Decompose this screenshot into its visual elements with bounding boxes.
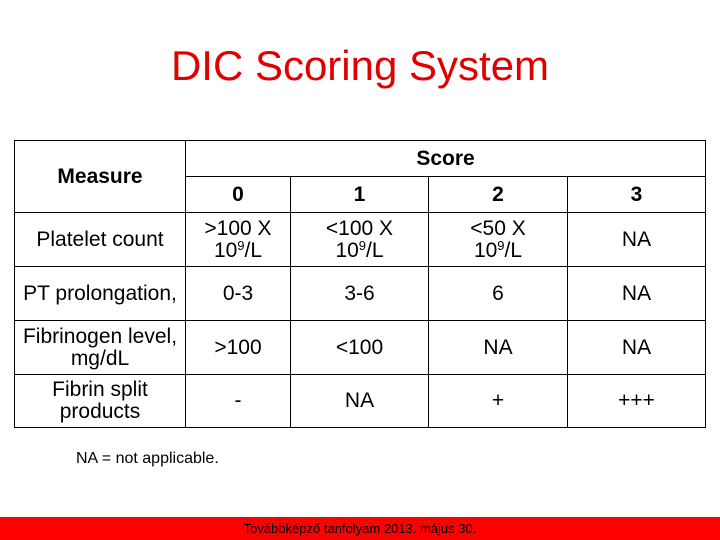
- score-cell: <100: [290, 320, 429, 375]
- cell-unit: /L: [366, 238, 384, 262]
- measure-cell: Fibrinogen level, mg/dL: [14, 320, 186, 375]
- score-cell: NA: [567, 212, 706, 267]
- score-cell: +: [428, 374, 568, 428]
- cell-value: <100 X: [325, 216, 394, 240]
- footnote: NA = not applicable.: [76, 450, 219, 467]
- score-cell: 6: [428, 266, 568, 321]
- table-row-fibrin-split: Fibrin split products - NA + +++: [14, 374, 706, 428]
- score-cell: <100 X 109/L: [290, 212, 429, 267]
- score-cell: NA: [290, 374, 429, 428]
- score-cell: 0-3: [185, 266, 291, 321]
- cell-unit: /L: [504, 238, 523, 262]
- score-cell: NA: [567, 266, 706, 321]
- cell-value: >100 X: [204, 216, 272, 240]
- measure-cell: PT prolongation,: [14, 266, 186, 321]
- score-cell: +++: [567, 374, 706, 428]
- score-cell: >100 X 109/L: [185, 212, 291, 267]
- cell-base: 10: [213, 238, 238, 262]
- cell-base: 10: [473, 238, 498, 262]
- score-column-0: 0: [185, 176, 291, 213]
- cell-exponent: 9: [497, 237, 505, 253]
- measure-cell: Fibrin split products: [14, 374, 186, 428]
- dic-score-table: Measure Score 0 1 2 3 Platelet count >10…: [14, 140, 706, 428]
- table-row-pt: PT prolongation, 0-3 3-6 6 NA: [14, 266, 706, 321]
- score-column-3: 3: [567, 176, 706, 213]
- table-row-platelet: Platelet count >100 X 109/L <100 X 109/L <…: [14, 212, 706, 267]
- score-cell: <50 X 109/L: [428, 212, 568, 267]
- score-cell: 3-6: [290, 266, 429, 321]
- table-row-fibrinogen: Fibrinogen level, mg/dL >100 <100 NA NA: [14, 320, 706, 375]
- cell-exponent: 9: [358, 237, 367, 253]
- measure-header: Measure: [14, 140, 186, 213]
- score-column-1: 1: [290, 176, 429, 213]
- cell-exponent: 9: [237, 237, 245, 253]
- score-cell: NA: [428, 320, 568, 375]
- footer-bar: Továbbképző tanfolyam 2013. május 30.: [0, 517, 720, 540]
- score-header: Score: [185, 140, 706, 177]
- cell-base: 10: [335, 238, 359, 262]
- score-cell: -: [185, 374, 291, 428]
- score-column-2: 2: [428, 176, 568, 213]
- measure-cell: Platelet count: [14, 212, 186, 267]
- score-cell: NA: [567, 320, 706, 375]
- slide-title: DIC Scoring System: [170, 42, 550, 89]
- score-cell: >100: [185, 320, 291, 375]
- cell-unit: /L: [244, 238, 263, 262]
- cell-value: <50 X: [470, 216, 526, 240]
